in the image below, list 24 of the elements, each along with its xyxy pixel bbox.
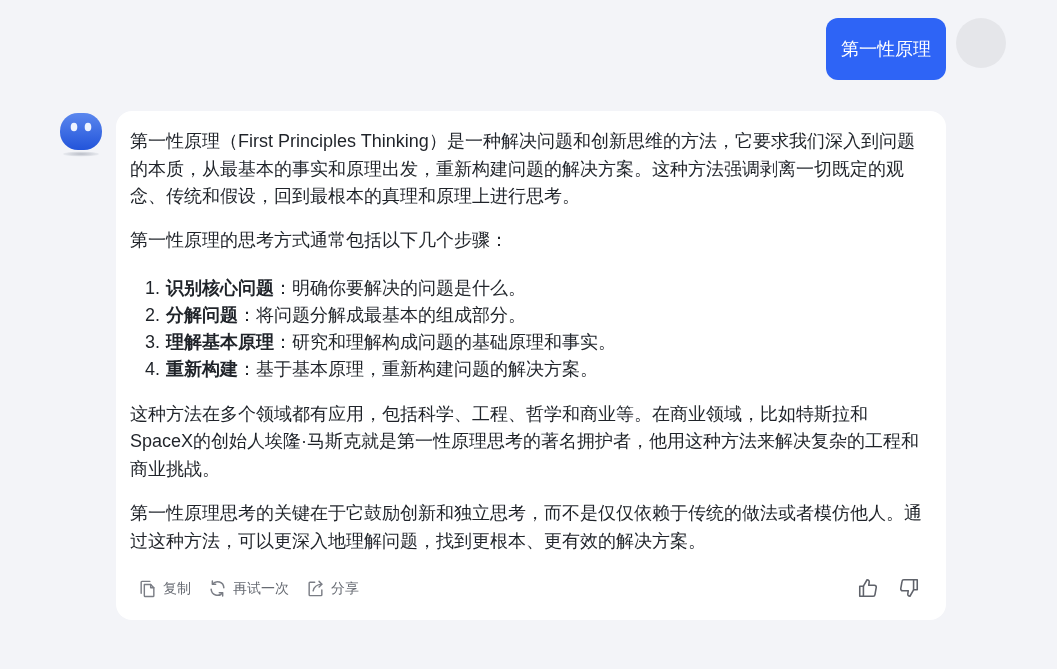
answer-paragraph: 第一性原理思考的关键在于它鼓励创新和独立思考，而不是仅仅依赖于传统的做法或者模仿他人。通过这种方法，可以更深入地理解问题，找到更根本、更有效的解决方案。 (130, 502, 923, 553)
list-number: 4. (145, 357, 160, 381)
thumbs-up-icon (857, 577, 879, 600)
answer-paragraph: 第一性原理的思考方式通常包括以下几个步骤： (130, 229, 509, 253)
copy-button[interactable]: 复制 (138, 576, 191, 601)
thumbs-down-icon (898, 577, 920, 600)
answer-paragraph: 第一性原理（First Principles Thinking）是一种解决问题和创新思维的方法，它要求我们深入到问题的本质，从最基本的事实和原理出发，重新构建问题的解决方案。这种方法强调剥离一切既定的观念、传统和假设，回到最根本的真理和原理上进行思考。 (130, 130, 916, 209)
list-number: 1. (145, 276, 160, 300)
bot-avatar-icon (58, 113, 104, 157)
user-message: 第一性原理 (826, 18, 946, 80)
share-icon (306, 578, 325, 598)
list-number: 2. (145, 303, 160, 327)
list-item-text: 分解问题：将问题分解成最基本的组成部分。 (166, 303, 526, 327)
copy-icon (138, 578, 157, 598)
list-number: 3. (145, 330, 160, 354)
share-button[interactable]: 分享 (306, 576, 359, 601)
answer-paragraph: 这种方法在多个领域都有应用，包括科学、工程、哲学和商业等。在商业领域，比如特斯拉和SpaceX的创始人埃隆·马斯克就是第一性原理思考的著名拥护者，他用这种方法来解决复杂的工程和商业挑战。 (130, 402, 921, 482)
refresh-icon (208, 578, 227, 598)
list-item-text: 理解基本原理：研究和理解构成问题的基础原理和事实。 (166, 330, 616, 354)
thumbs-down-button[interactable] (898, 577, 920, 600)
retry-button[interactable]: 再试一次 (208, 576, 289, 601)
list-item-text: 识别核心问题：明确你要解决的问题是什么。 (166, 276, 526, 300)
thumbs-up-button[interactable] (857, 577, 879, 600)
list-item-text: 重新构建：基于基本原理，重新构建问题的解决方案。 (166, 357, 598, 381)
